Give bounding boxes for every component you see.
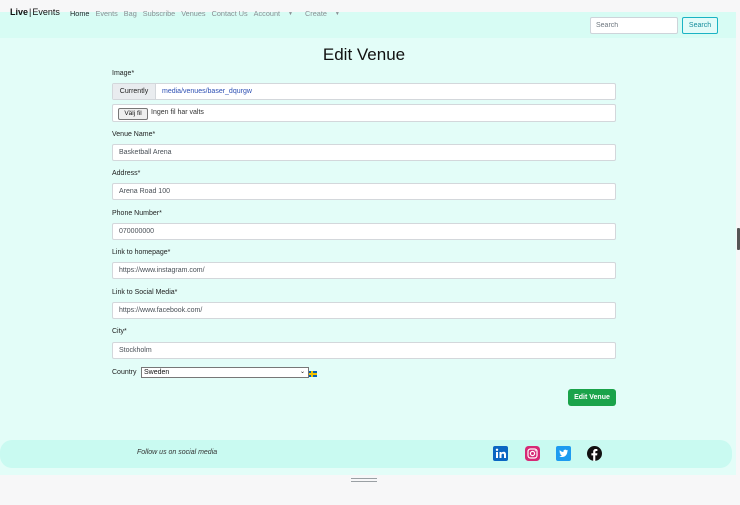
nav-venues[interactable]: Venues [181,9,205,18]
phone-label: Phone Number* [112,210,162,217]
homepage-input[interactable]: https://www.instagram.com/ [112,262,616,279]
chevron-down-icon: ⌄ [299,369,305,375]
nav-bag[interactable]: Bag [124,9,137,18]
nav-account-dropdown[interactable]: Account ▼ [254,9,299,18]
nav-subscribe[interactable]: Subscribe [143,9,175,18]
currently-tag: Currently [113,84,156,99]
address-input[interactable]: Arena Road 100 [112,183,616,200]
social-label: Link to Social Media* [112,289,178,296]
caret-down-icon: ▼ [334,11,340,17]
brand-left: Live [10,7,29,17]
city-input[interactable]: Stockholm [112,342,616,359]
city-label: City* [112,328,127,335]
resize-handle[interactable] [351,478,377,483]
choose-file-button[interactable]: Välj fil [118,108,148,120]
phone-input[interactable]: 070000000 [112,223,616,240]
venue-name-input[interactable]: Basketball Arena [112,144,616,161]
caret-down-icon: ▼ [288,11,293,17]
country-select[interactable]: Sweden ⌄ [141,367,309,378]
page-title: Edit Venue [322,45,406,64]
nav-create-dropdown[interactable]: Create ▼ [305,9,346,18]
nav-create-label: Create [305,9,327,18]
nav-contact-us[interactable]: Contact Us [212,9,248,18]
country-value: Sweden [144,369,170,376]
nav-events[interactable]: Events [95,9,117,18]
footer-text: Follow us on social media [137,449,218,456]
file-input: Välj fil Ingen fil har valts [112,104,616,122]
social-input[interactable]: https://www.facebook.com/ [112,302,616,319]
brand-logo[interactable]: Live|Events [10,7,60,17]
nav-home[interactable]: Home [70,9,89,18]
edit-venue-button[interactable]: Edit Venue [568,389,616,406]
instagram-icon[interactable] [525,446,540,461]
search-button[interactable]: Search [682,17,718,34]
search-input[interactable] [590,17,678,34]
sweden-flag-icon [309,371,317,377]
current-image-field: Currently media/venues/baser_dqurgw [112,83,616,100]
brand-right: Events [32,7,60,17]
homepage-label: Link to homepage* [112,249,171,256]
nav-account-label: Account [253,9,281,18]
venue-name-label: Venue Name* [112,131,156,138]
address-label: Address* [112,170,141,177]
page-background [0,12,736,475]
linkedin-icon[interactable] [493,446,508,461]
country-label: Country [112,369,137,376]
nav-links: Home Events Bag Subscribe Venues Contact… [70,9,352,18]
twitter-icon[interactable] [556,446,571,461]
file-status-text: Ingen fil har valts [151,109,204,116]
image-label: Image* [112,70,135,77]
current-image-link[interactable]: media/venues/baser_dqurgw [156,84,252,99]
facebook-icon[interactable] [587,446,602,461]
footer: Follow us on social media [0,440,732,468]
